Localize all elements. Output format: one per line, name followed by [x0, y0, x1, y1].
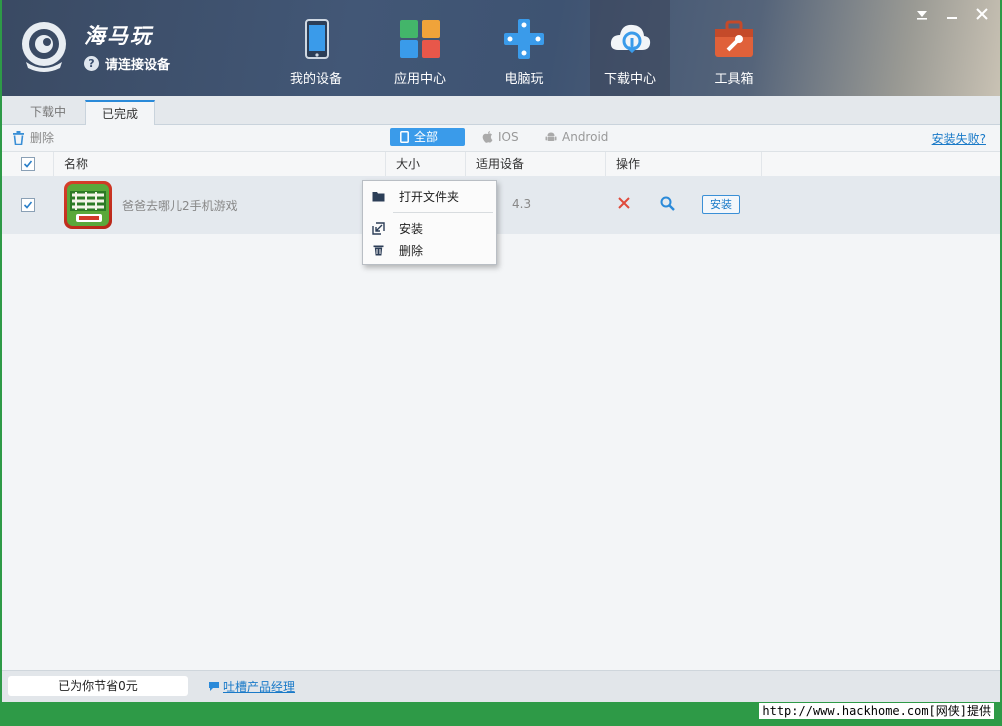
dropdown-minimize-icon — [917, 11, 927, 20]
app-window: 海马玩 ? 请连接设备 我的设备 应用中心 电脑玩 下载中心 工具箱 下载中 已… — [2, 0, 1000, 702]
filter-android-label: Android — [562, 130, 609, 144]
minimize-button[interactable] — [944, 6, 960, 22]
brand-title: 海马玩 — [84, 24, 153, 48]
seahorse-logo-icon — [22, 22, 66, 72]
toolbar: 删除 全部 IOS Android 安装失败? — [2, 125, 1000, 151]
speech-bubble-icon — [209, 682, 219, 691]
nav-label: 我的设备 — [289, 72, 342, 87]
tab-downloading[interactable]: 下载中 — [14, 100, 82, 124]
menu-item-label: 安装 — [399, 221, 424, 236]
select-all-cell — [2, 152, 42, 176]
menu-item-label: 删除 — [399, 243, 424, 258]
nav-label: 应用中心 — [393, 72, 446, 87]
search-icon — [660, 196, 675, 211]
feedback-label: 吐槽产品经理 — [223, 680, 296, 694]
close-icon — [976, 8, 988, 20]
apple-icon — [482, 131, 493, 143]
nav-label: 下载中心 — [603, 72, 656, 87]
row-checkbox[interactable] — [21, 198, 35, 212]
gamepad-icon — [504, 19, 544, 59]
header-bar: 海马玩 ? 请连接设备 我的设备 应用中心 电脑玩 下载中心 工具箱 — [2, 0, 1000, 96]
nav-label: 工具箱 — [714, 72, 754, 87]
nav-toolbox[interactable]: 工具箱 — [694, 0, 774, 96]
delete-label: 删除 — [30, 131, 55, 145]
table-row[interactable]: 爸爸去哪儿2手机游戏 4.3 安装 — [2, 176, 1000, 234]
trash-icon — [371, 243, 385, 257]
download-tabs: 下载中 已完成 — [2, 96, 1000, 125]
connect-device-prompt[interactable]: ? 请连接设备 — [84, 54, 170, 73]
minimize-icon — [947, 17, 957, 19]
phone-icon — [400, 131, 409, 143]
menu-item-label: 打开文件夹 — [399, 189, 460, 204]
remove-button[interactable] — [617, 196, 631, 213]
context-menu: 打开文件夹 安装 删除 — [362, 180, 497, 265]
install-button[interactable]: 安装 — [702, 195, 740, 214]
minimize-menu-button[interactable] — [914, 6, 930, 22]
device-icon — [305, 19, 329, 59]
col-actions: 操作 — [605, 152, 762, 176]
nav-download-center[interactable]: 下载中心 — [590, 0, 670, 96]
delete-button[interactable]: 删除 — [12, 129, 54, 146]
install-icon — [371, 221, 385, 235]
tab-completed[interactable]: 已完成 — [85, 100, 156, 125]
col-spacer — [761, 152, 1000, 176]
table-header: 名称 大小 适用设备 操作 — [2, 151, 1000, 177]
filter-all[interactable]: 全部 — [390, 128, 465, 146]
question-icon: ? — [84, 56, 99, 71]
close-button[interactable] — [974, 6, 990, 22]
savings-text: 已为你节省0元 — [8, 676, 188, 696]
col-size: 大小 — [385, 152, 464, 176]
feedback-link[interactable]: 吐槽产品经理 — [208, 678, 295, 695]
nav-app-center[interactable]: 应用中心 — [380, 0, 460, 96]
check-icon — [23, 160, 33, 168]
trash-icon — [13, 130, 24, 145]
menu-item-install[interactable]: 安装 — [363, 217, 496, 239]
col-name: 名称 — [53, 152, 386, 176]
close-icon — [618, 197, 630, 209]
install-failed-link[interactable]: 安装失败? — [932, 130, 986, 147]
android-icon — [545, 132, 557, 141]
col-device: 适用设备 — [465, 152, 604, 176]
status-bar: 已为你节省0元 吐槽产品经理 — [2, 670, 1000, 702]
app-icon — [64, 181, 112, 229]
filter-all-label: 全部 — [414, 130, 439, 144]
filter-ios-label: IOS — [498, 130, 519, 144]
window-controls — [914, 6, 990, 22]
connect-device-label: 请连接设备 — [105, 58, 171, 73]
filter-ios[interactable]: IOS — [472, 128, 529, 146]
app-name: 爸爸去哪儿2手机游戏 — [122, 199, 238, 213]
watermark-text: http://www.hackhome.com[网侠]提供 — [759, 703, 994, 719]
nav-label: 电脑玩 — [504, 72, 544, 87]
app-device-version: 4.3 — [512, 197, 532, 211]
filter-android[interactable]: Android — [535, 128, 618, 146]
menu-item-open-folder[interactable]: 打开文件夹 — [363, 185, 496, 207]
locate-button[interactable] — [660, 196, 675, 214]
menu-separator — [393, 212, 493, 213]
check-icon — [23, 201, 33, 209]
apps-icon — [400, 20, 440, 58]
nav-pc-play[interactable]: 电脑玩 — [484, 0, 564, 96]
nav-my-device[interactable]: 我的设备 — [276, 0, 356, 96]
folder-icon — [371, 189, 385, 203]
select-all-checkbox[interactable] — [21, 157, 35, 171]
cloud-download-icon — [610, 24, 651, 54]
toolbox-icon — [715, 20, 753, 57]
menu-item-delete[interactable]: 删除 — [363, 239, 496, 261]
game-artwork-icon — [67, 184, 109, 226]
